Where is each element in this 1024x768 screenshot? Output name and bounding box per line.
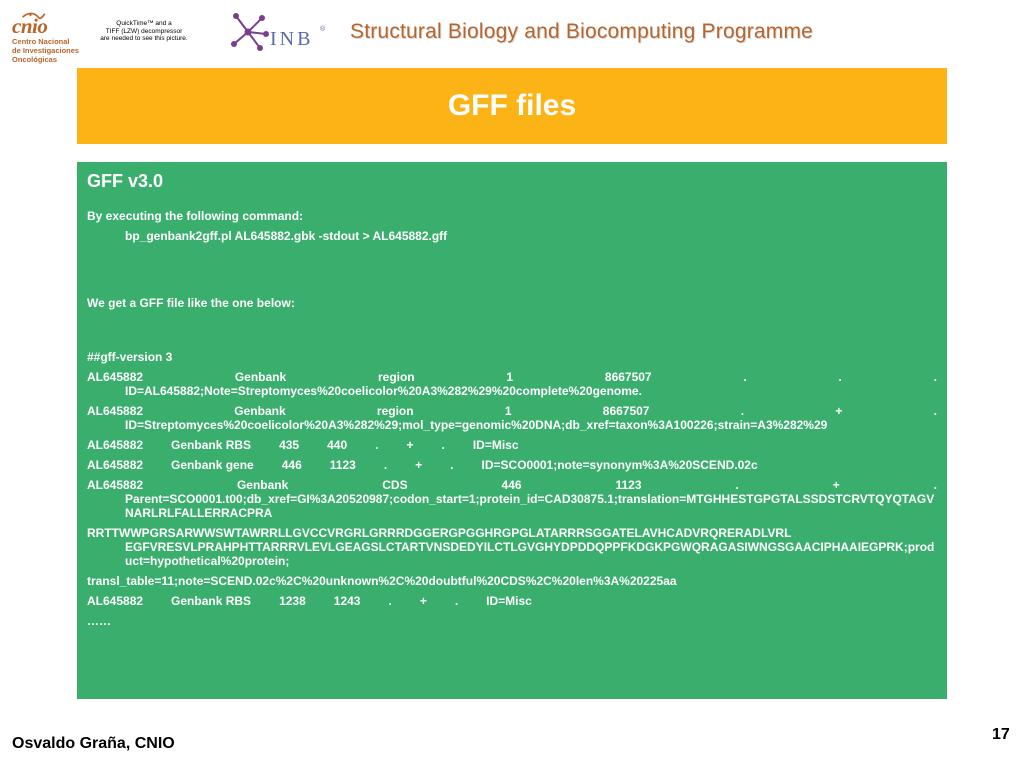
gff-record-region-2: AL645882 Genbank region 1 8667507. +. ID=Stre… bbox=[87, 404, 937, 432]
molecule-icon bbox=[231, 13, 269, 51]
description-text: We get a GFF file like the one below: bbox=[87, 296, 295, 310]
cnio-wordmark: cnio bbox=[12, 14, 48, 38]
gff-ellipsis: …… bbox=[87, 614, 111, 628]
registered-mark: ® bbox=[320, 26, 326, 33]
section-heading: GFF v3.0 bbox=[87, 171, 164, 191]
gff-listing: ##gff-version 3 AL645882 Genbank region 1 86… bbox=[87, 350, 937, 628]
footer-author: Osvaldo Graña, CNIO bbox=[12, 735, 175, 752]
gff-record-rbs-2: AL645882 Genbank RBS 1238 1243. +. ID=Misc bbox=[87, 594, 532, 608]
cnio-logo: cnio Centro Nacional de Investigaciones … bbox=[6, 4, 80, 66]
gff-translation-continuation: RRTTWWPGRSARWWSWTAWRRLLGVCCVRGRLGRRRDGGE… bbox=[87, 526, 935, 568]
gff-record-cds: AL645882 Genbank CDS 446 1123. +. Parent=SCO0… bbox=[87, 478, 937, 520]
command-text: bp_genbank2gff.pl AL645882.gbk -stdout >… bbox=[125, 229, 448, 243]
gff-record-gene: AL645882 Genbank gene 446 1123. +. ID=SCO0001… bbox=[87, 458, 758, 472]
content-box: GFF v3.0 By executing the following comm… bbox=[77, 162, 947, 699]
gff-record-rbs-1: AL645882 Genbank RBS 435 440. +. ID=Misc bbox=[87, 438, 519, 452]
cnio-subtitle: Centro Nacional de Investigaciones Oncol… bbox=[12, 37, 80, 64]
page-number: 17 bbox=[992, 726, 1010, 743]
slide-title: GFF files bbox=[447, 89, 577, 122]
intro-text: By executing the following command: bbox=[87, 209, 304, 223]
quicktime-placeholder-notice: QuickTime™ and a TIFF (LZW) decompressor… bbox=[100, 20, 188, 42]
programme-title: Structural Biology and Biocomputing Prog… bbox=[350, 20, 814, 43]
inb-wordmark: INB bbox=[270, 28, 314, 50]
gff-record-region-1: AL645882 Genbank region 1 8667507... ID=AL64… bbox=[87, 370, 937, 398]
inb-logo: INB ® bbox=[228, 8, 332, 58]
title-banner: GFF files bbox=[77, 68, 947, 144]
gff-version-line: ##gff-version 3 bbox=[87, 350, 173, 364]
gff-transl-table-line: transl_table=11;note=SCEND.02c%2C%20unkn… bbox=[87, 574, 677, 588]
